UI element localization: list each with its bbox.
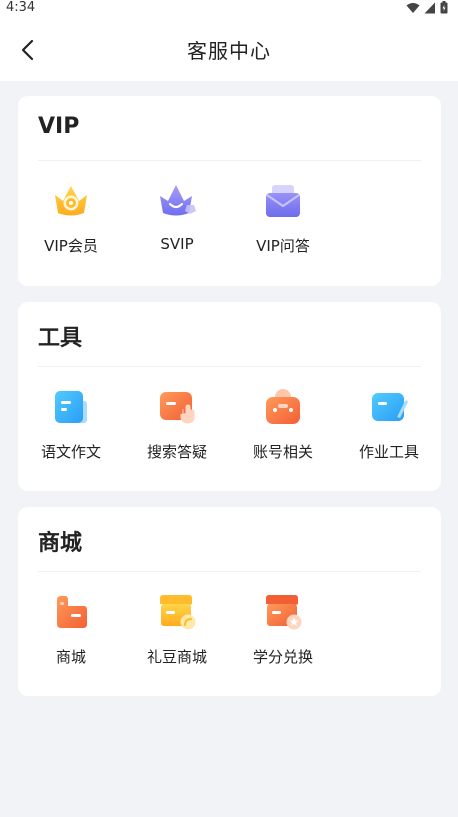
account-item[interactable]: 账号相关 [230, 387, 336, 462]
section-divider [38, 571, 421, 572]
store-item[interactable]: 商城 [18, 592, 124, 667]
crown-icon [55, 186, 87, 216]
bean-store-icon [160, 595, 196, 630]
svip-item[interactable]: SVIP [124, 181, 230, 253]
section-title: 商城 [38, 531, 83, 556]
item-label: 账号相关 [252, 443, 313, 461]
item-label: 语文作文 [40, 443, 101, 461]
homework-tool-item[interactable]: 作业工具 [336, 387, 442, 462]
item-label: 商城 [55, 648, 86, 666]
section-title: 工具 [38, 326, 83, 351]
account-icon [266, 389, 300, 424]
wifi-icon [406, 2, 420, 13]
vip-section: VIP VIP会员 SVIP VIP问答 [18, 96, 441, 286]
nav-bar: 客服中心 [0, 17, 458, 81]
item-label: 作业工具 [358, 443, 419, 461]
search-question-icon [160, 392, 195, 424]
tools-section: 工具 语文作文 搜索答疑 账号相关 作业工具 [18, 302, 441, 491]
credit-exchange-icon [266, 595, 302, 630]
page-title: 客服中心 [187, 39, 271, 63]
bean-store-item[interactable]: 礼豆商城 [124, 592, 230, 667]
mail-icon [266, 185, 300, 217]
search-qa-item[interactable]: 搜索答疑 [124, 387, 230, 462]
status-bar: 4:34 [0, 0, 458, 17]
section-divider [38, 366, 421, 367]
svip-crown-icon [160, 185, 196, 216]
item-label: SVIP [160, 235, 194, 253]
item-label: 学分兑换 [252, 648, 313, 666]
status-icons [406, 1, 448, 14]
signal-icon [424, 2, 435, 13]
credit-exchange-item[interactable]: 学分兑换 [230, 592, 336, 667]
status-time: 4:34 [6, 0, 36, 15]
homework-tool-icon [372, 393, 408, 421]
section-divider [38, 160, 421, 161]
vip-member-item[interactable]: VIP会员 [18, 181, 124, 256]
item-label: 搜索答疑 [146, 443, 207, 461]
section-title: VIP [38, 114, 80, 139]
vip-qa-item[interactable]: VIP问答 [230, 181, 336, 256]
store-section: 商城 商城 礼豆商城 学分兑换 [18, 507, 441, 696]
item-label: 礼豆商城 [146, 648, 207, 666]
item-label: VIP问答 [256, 237, 310, 255]
item-label: VIP会员 [44, 237, 98, 255]
chinese-essay-item[interactable]: 语文作文 [18, 387, 124, 462]
store-icon [57, 596, 87, 628]
notebook-icon [55, 391, 87, 423]
battery-icon [440, 1, 448, 14]
